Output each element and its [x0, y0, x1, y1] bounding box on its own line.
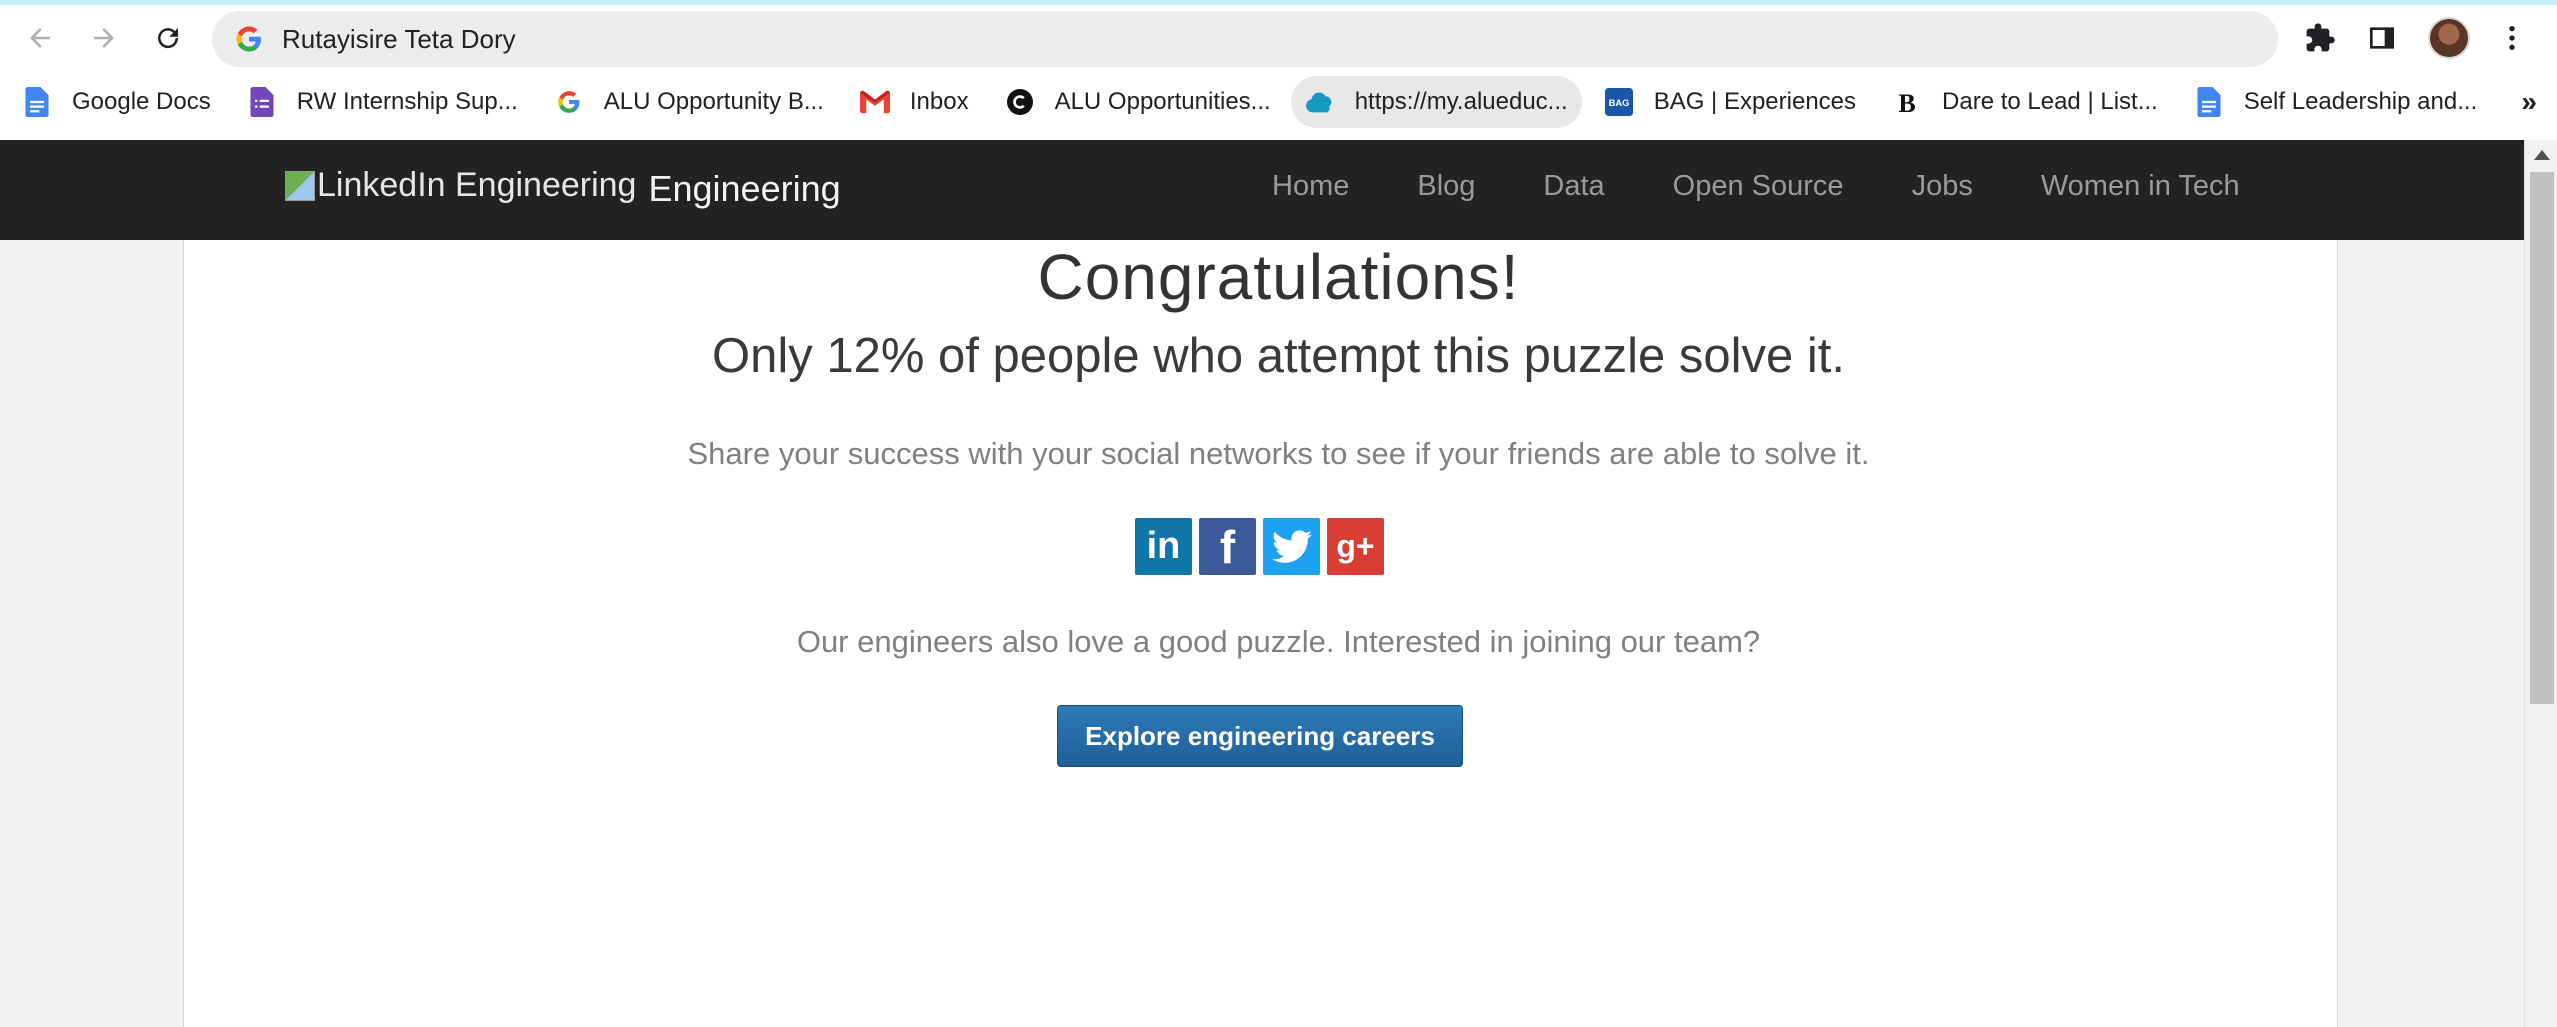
salesforce-cloud-icon [1305, 87, 1335, 117]
nav-data[interactable]: Data [1543, 170, 1604, 203]
bookmark-label: https://my.alueduc... [1354, 88, 1568, 115]
engineers-text: Our engineers also love a good puzzle. I… [796, 624, 1761, 659]
google-forms-icon [247, 87, 277, 117]
bookmark-rw-internship[interactable]: RW Internship Sup... [225, 76, 532, 128]
site-nav-links: Home Blog Data Open Source Jobs Women in… [1272, 170, 2308, 203]
linkedin-label: in [1146, 525, 1181, 567]
solve-stat: Only 12% of people who attempt this puzz… [711, 329, 1846, 383]
bookmark-bag-experiences[interactable]: BAG BAG | Experiences [1582, 76, 1870, 128]
google-docs-icon [22, 87, 52, 117]
bookmark-dare-to-lead[interactable]: B Dare to Lead | List... [1870, 76, 2172, 128]
bookmark-label: ALU Opportunity B... [603, 88, 824, 115]
svg-text:B: B [1898, 89, 1915, 116]
google-icon [236, 26, 261, 52]
bookmarks-bar: Google Docs RW Internship Sup... ALU Opp… [0, 76, 2557, 128]
google-plus-icon[interactable]: g+ [1327, 518, 1384, 575]
reload-button[interactable] [144, 14, 192, 62]
bookmark-label: BAG | Experiences [1653, 88, 1857, 115]
brand-name: Engineering [648, 167, 841, 209]
twitter-icon[interactable] [1263, 518, 1320, 575]
bookmark-label: RW Internship Sup... [296, 88, 518, 115]
bookmark-my-alueducation[interactable]: https://my.alueduc... [1290, 76, 1582, 128]
back-arrow-icon [30, 28, 50, 48]
linkedin-icon[interactable]: in [1135, 518, 1192, 575]
profile-avatar[interactable] [2428, 17, 2470, 59]
nav-women-in-tech[interactable]: Women in Tech [2041, 170, 2240, 203]
b-letter-icon: B [1892, 87, 1922, 117]
nav-open-source[interactable]: Open Source [1673, 170, 1844, 203]
twitter-bird-icon [1271, 529, 1312, 563]
page-scrollbar[interactable] [2524, 140, 2557, 1027]
omnibox-input[interactable] [282, 23, 2182, 55]
scroll-up-arrow-icon[interactable] [2534, 150, 2550, 160]
share-text: Share your success with your social netw… [687, 436, 1870, 471]
bookmark-alu-opportunity-board[interactable]: ALU Opportunity B... [532, 76, 838, 128]
bag-icon: BAG [1604, 87, 1634, 117]
page-title: Congratulations! [1037, 241, 1520, 313]
nav-blog[interactable]: Blog [1417, 170, 1475, 203]
back-button[interactable] [16, 14, 64, 62]
puzzle-piece-icon [2306, 23, 2335, 52]
social-share-buttons: in f g+ [1135, 518, 1384, 575]
bookmark-label: Google Docs [72, 88, 211, 115]
svg-text:BAG: BAG [1608, 98, 1629, 108]
nav-jobs[interactable]: Jobs [1912, 170, 1973, 203]
extensions-button[interactable] [2298, 16, 2342, 60]
side-panel-icon [2370, 27, 2394, 49]
address-bar[interactable] [212, 11, 2278, 67]
explore-careers-button[interactable]: Explore engineering careers [1057, 705, 1463, 767]
loading-bar [0, 0, 2557, 5]
bookmark-label: Dare to Lead | List... [1942, 88, 2158, 115]
forward-arrow-icon [94, 28, 114, 48]
bookmark-inbox[interactable]: Inbox [838, 76, 983, 128]
browser-toolbar: Google Docs RW Internship Sup... ALU Opp… [0, 0, 2557, 140]
gmail-icon [859, 87, 890, 117]
site-header: LinkedIn Engineering Engineering Home Bl… [0, 140, 2524, 240]
google-docs-icon [2194, 87, 2224, 117]
bookmark-alu-opportunities[interactable]: ALU Opportunities... [983, 76, 1285, 128]
facebook-label: f [1219, 520, 1236, 573]
bookmark-label: ALU Opportunities... [1054, 88, 1271, 115]
kebab-menu-icon [2509, 26, 2515, 50]
google-icon [554, 87, 584, 117]
site-brand[interactable]: LinkedIn Engineering Engineering [285, 166, 841, 210]
side-panel-button[interactable] [2360, 16, 2404, 60]
broken-logo-image: LinkedIn Engineering [285, 166, 636, 205]
c-circle-icon [1005, 87, 1035, 117]
broken-image-icon [285, 170, 315, 201]
reload-icon [158, 28, 179, 49]
forward-button[interactable] [80, 14, 128, 62]
more-bookmarks-chevron-icon[interactable]: » [2521, 86, 2537, 118]
bookmark-label: Inbox [909, 88, 969, 115]
bookmark-self-leadership[interactable]: Self Leadership and... [2172, 76, 2492, 128]
bookmark-label: Self Leadership and... [2243, 88, 2478, 115]
logo-alt-text: LinkedIn Engineering [317, 166, 637, 204]
google-plus-label: g+ [1336, 528, 1375, 564]
scrollbar-thumb[interactable] [2530, 172, 2554, 704]
nav-home[interactable]: Home [1272, 170, 1349, 203]
bookmark-google-docs[interactable]: Google Docs [0, 76, 225, 128]
facebook-icon[interactable]: f [1199, 518, 1256, 575]
chrome-menu-button[interactable] [2490, 16, 2534, 60]
